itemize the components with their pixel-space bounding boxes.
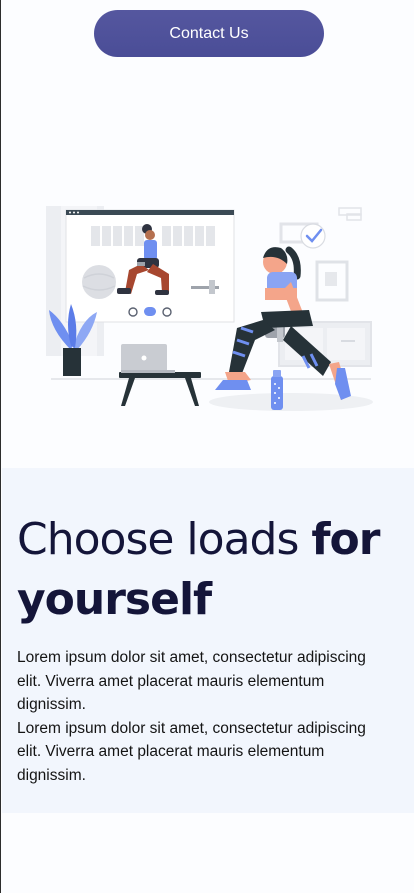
paragraph-2: Lorem ipsum dolor sit amet, consectetur … <box>17 719 366 784</box>
page: Contact Us Choose loads for yourself Lor… <box>0 0 414 893</box>
check-icon <box>300 223 326 249</box>
paragraph-1: Lorem ipsum dolor sit amet, consectetur … <box>17 649 366 713</box>
heading-bold-for: for <box>311 514 380 565</box>
contact-us-button[interactable]: Contact Us <box>94 10 324 57</box>
section-description: Lorem ipsum dolor sit amet, consectetur … <box>17 646 387 787</box>
features-section: Choose loads for yourself Lorem ipsum dol… <box>2 468 414 813</box>
section-heading: Choose loads for yourself <box>17 510 407 630</box>
heading-light: Choose loads <box>17 514 312 565</box>
workout-illustration <box>46 206 373 411</box>
heading-bold-yourself: yourself <box>17 574 212 625</box>
